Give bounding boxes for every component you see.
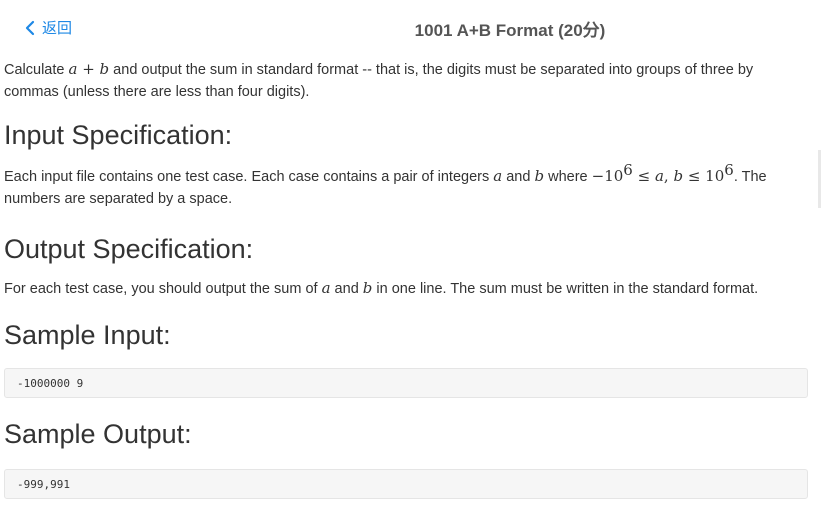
math-le: ≤ [632, 167, 655, 185]
math-var-b: b [673, 167, 684, 185]
problem-content: Calculate a + b and output the sum in st… [4, 56, 808, 499]
math-var-b: b [534, 167, 545, 185]
input-spec-heading: Input Specification: [4, 120, 233, 150]
input-text-2: and [502, 169, 535, 185]
sample-output-code[interactable]: -999,991 [4, 469, 808, 499]
math-neg-ten: −10 [591, 167, 624, 185]
output-text-3: in one line. The sum must be written in … [372, 281, 759, 297]
math-ten: 10 [705, 167, 725, 185]
math-var-a: a [321, 279, 331, 297]
desc-text-1: Calculate [4, 62, 69, 78]
input-spec-text: Each input file contains one test case. … [4, 163, 808, 210]
math-var-a: a [493, 167, 503, 185]
math-var-b: b [99, 60, 110, 78]
input-text-3: where [544, 169, 592, 185]
header-bar: 返回 1001 A+B Format (20分) [0, 0, 821, 50]
math-le: ≤ [683, 167, 706, 185]
desc-text-2: and output the sum in standard format --… [4, 62, 754, 100]
math-exponent: 6 [623, 161, 633, 180]
output-text-1: For each test case, you should output th… [4, 281, 322, 297]
math-var-a: a [654, 167, 664, 185]
math-var-b: b [362, 279, 373, 297]
output-spec-text: For each test case, you should output th… [4, 277, 808, 300]
output-text-2: and [330, 281, 363, 297]
page-title: 1001 A+B Format (20分) [414, 21, 606, 40]
input-text-1: Each input file contains one test case. … [4, 169, 494, 185]
sample-input-code[interactable]: -1000000 9 [4, 368, 808, 398]
output-spec-heading: Output Specification: [4, 234, 254, 264]
math-exponent: 6 [724, 161, 734, 180]
sample-input-heading: Sample Input: [4, 320, 171, 350]
problem-description: Calculate a + b and output the sum in st… [4, 58, 808, 103]
sample-output-heading: Sample Output: [4, 419, 192, 449]
math-plus: + [77, 60, 100, 78]
